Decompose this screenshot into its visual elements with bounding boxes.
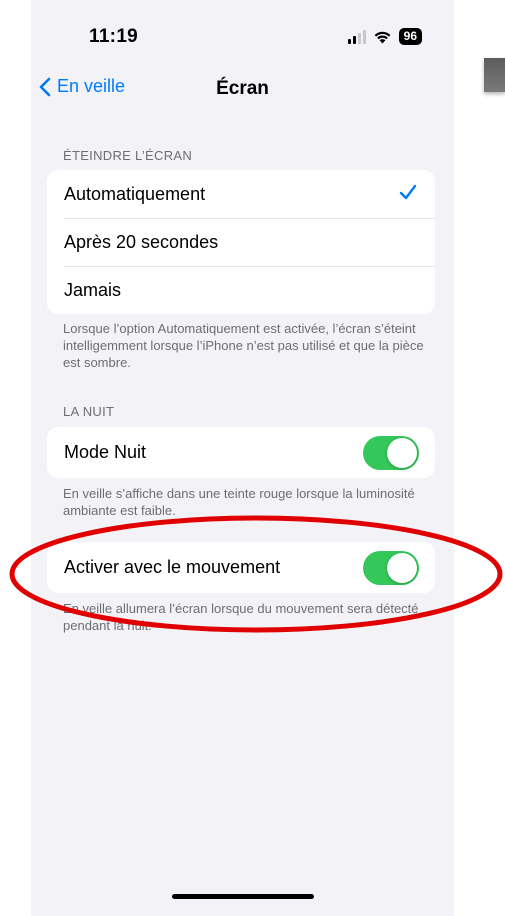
option-label: Après 20 secondes: [64, 231, 219, 252]
night-mode-row: Mode Nuit: [47, 427, 435, 478]
motion-label: Activer avec le mouvement: [64, 557, 281, 577]
option-never[interactable]: Jamais: [47, 266, 435, 314]
motion-footer: En veille allumera l’écran lorsque du mo…: [63, 601, 419, 633]
turn-off-footer: Lorsque l’option Automatiquement est act…: [63, 321, 424, 370]
night-mode-group: Mode Nuit: [47, 427, 435, 478]
status-time: 11:19: [89, 26, 139, 47]
section-header-turn-off: ÉTEINDRE L’ÉCRAN: [63, 148, 193, 163]
night-mode-label: Mode Nuit: [64, 442, 147, 462]
night-mode-footer: En veille s’affiche dans une teinte roug…: [63, 486, 415, 518]
option-label: Jamais: [64, 279, 122, 300]
turn-off-options: Automatiquement Après 20 secondes Jamais: [47, 170, 435, 314]
night-mode-toggle[interactable]: [363, 436, 419, 470]
toggle-knob: [387, 553, 417, 583]
status-icons: 96: [347, 28, 422, 45]
option-automatic[interactable]: Automatiquement: [47, 170, 435, 218]
signal-icon: [347, 29, 366, 44]
motion-group: Activer avec le mouvement: [47, 542, 435, 593]
motion-toggle[interactable]: [363, 551, 419, 585]
home-indicator: [172, 894, 314, 899]
checkmark-icon: [399, 184, 417, 200]
battery-icon: 96: [398, 28, 422, 45]
wifi-icon: [374, 31, 391, 43]
thumbnail-edge: [484, 58, 505, 92]
option-label: Automatiquement: [64, 183, 206, 204]
motion-row: Activer avec le mouvement: [47, 542, 435, 593]
toggle-knob: [387, 438, 417, 468]
navigation-bar: En veille Écran: [31, 72, 454, 108]
status-bar: 11:19 96: [31, 0, 454, 60]
phone-screen: 11:19 96 En veille Écran ÉTEINDRE L’ÉCRA…: [31, 0, 454, 916]
section-header-night: LA NUIT: [63, 404, 115, 419]
page-title: Écran: [216, 78, 269, 99]
option-20-seconds[interactable]: Après 20 secondes: [47, 218, 435, 266]
